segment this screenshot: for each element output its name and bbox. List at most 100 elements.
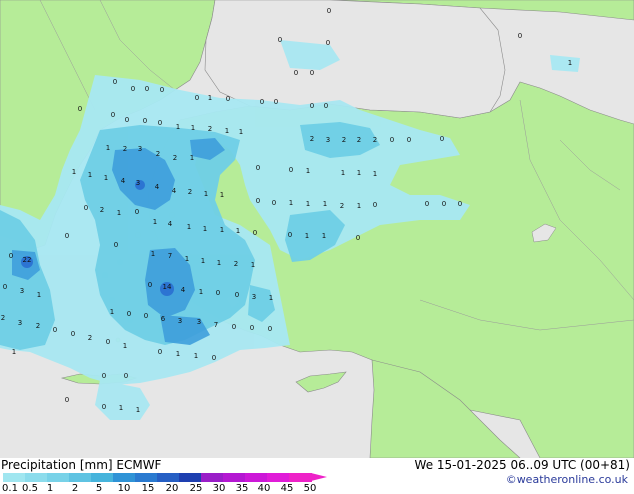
legend-swatch <box>157 473 180 482</box>
precip-value-label: 0 <box>442 200 446 208</box>
legend-swatch <box>69 473 92 482</box>
legend-tick-label: 2 <box>71 483 79 494</box>
precip-value-label: 3 <box>138 145 142 153</box>
precip-value-label: 0 <box>407 136 411 144</box>
precip-value-label: 2 <box>173 154 177 162</box>
precip-value-label: 1 <box>208 94 212 102</box>
legend-tick-label: 30 <box>212 483 226 494</box>
precip-value-label: 1 <box>236 227 240 235</box>
precip-value-label: 0 <box>373 201 377 209</box>
precip-value-label: 1 <box>289 199 293 207</box>
precip-value-label: 3 <box>252 293 256 301</box>
legend-swatch <box>113 473 136 482</box>
precip-value-label: 3 <box>326 136 330 144</box>
precip-value-label: 0 <box>310 69 314 77</box>
precip-value-label: 0 <box>518 32 522 40</box>
precip-value-label: 0 <box>148 281 152 289</box>
precip-value-label: 0 <box>127 310 131 318</box>
precip-value-label: 1 <box>341 169 345 177</box>
precip-value-label: 1 <box>194 352 198 360</box>
forecast-datetime: We 15-01-2025 06..09 UTC (00+81) <box>414 458 630 472</box>
legend-swatch <box>267 473 290 482</box>
precip-value-label: 1 <box>176 123 180 131</box>
copyright: ©weatheronline.co.uk <box>505 473 628 486</box>
precip-value-label: 0 <box>124 372 128 380</box>
precip-value-label: 1 <box>185 255 189 263</box>
precip-value-label: 0 <box>256 164 260 172</box>
precip-value-label: 0 <box>390 136 394 144</box>
legend-tick-label: 45 <box>280 483 294 494</box>
precip-value-label: 1 <box>203 225 207 233</box>
precip-value-label: 1 <box>37 291 41 299</box>
precip-value-label: 0 <box>131 85 135 93</box>
precip-value-label: 0 <box>289 166 293 174</box>
precip-value-label: 0 <box>278 36 282 44</box>
precip-value-label: 2 <box>123 145 127 153</box>
precip-value-label: 7 <box>168 252 172 260</box>
precip-value-label: 0 <box>145 85 149 93</box>
precip-value-label: 0 <box>84 204 88 212</box>
precip-value-label: 1 <box>225 127 229 135</box>
precip-value-label: 0 <box>272 199 276 207</box>
precip-value-label: 0 <box>71 330 75 338</box>
legend-tick-label: 0.1 <box>2 483 18 494</box>
precip-value-label: 2 <box>36 322 40 330</box>
precip-value-label: 2 <box>357 136 361 144</box>
precip-value-label: 0 <box>114 241 118 249</box>
precip-value-label: 1 <box>123 342 127 350</box>
precip-value-label: 14 <box>163 283 172 291</box>
legend-swatch <box>201 473 224 482</box>
precip-value-label: 6 <box>161 315 166 323</box>
legend-arrow <box>311 473 327 481</box>
precip-value-label: 0 <box>232 323 236 331</box>
legend-tick-label: 15 <box>141 483 155 494</box>
precip-value-label: 0 <box>260 98 264 106</box>
precip-value-label: 0 <box>102 403 106 411</box>
precip-value-label: 1 <box>239 128 243 136</box>
precip-value-label: 1 <box>305 232 309 240</box>
precip-value-label: 0 <box>310 102 314 110</box>
precip-value-label: 1 <box>110 308 114 316</box>
legend-tick-label: 1 <box>46 483 54 494</box>
precip-value-label: 4 <box>172 187 177 195</box>
precip-value-label: 0 <box>256 197 260 205</box>
precip-value-label: 0 <box>327 7 331 15</box>
precip-value-label: 0 <box>268 325 272 333</box>
precip-value-label: 1 <box>357 202 361 210</box>
precip-value-label: 0 <box>143 117 147 125</box>
precip-value-label: 1 <box>88 171 92 179</box>
precip-value-label: 2 <box>156 150 160 158</box>
precip-value-label: 0 <box>125 116 129 124</box>
precip-value-label: 1 <box>306 167 310 175</box>
legend-tick-label: 5 <box>95 483 103 494</box>
legend-tick-label: 20 <box>165 483 179 494</box>
precip-value-label: 2 <box>342 136 346 144</box>
precip-value-label: 2 <box>208 125 212 133</box>
precip-value-label: 0 <box>3 283 7 291</box>
precip-value-label: 2 <box>310 135 314 143</box>
legend-swatch <box>135 473 158 482</box>
precip-value-label: 1 <box>357 169 361 177</box>
precip-value-label: 2 <box>88 334 92 342</box>
precip-value-label: 0 <box>440 135 444 143</box>
precip-value-label: 1 <box>217 259 221 267</box>
precip-value-label: 2 <box>1 314 5 322</box>
legend-swatch <box>3 473 26 482</box>
map-title: Precipitation [mm] ECMWF <box>1 458 162 472</box>
precip-value-label: 1 <box>117 209 121 217</box>
precip-value-label: 7 <box>214 321 218 329</box>
precip-value-label: 3 <box>20 287 24 295</box>
precip-value-label: 1 <box>204 190 208 198</box>
precip-value-label: 1 <box>119 404 123 412</box>
legend-swatch <box>91 473 114 482</box>
precip-value-label: 0 <box>53 326 57 334</box>
legend-swatch <box>179 473 202 482</box>
precip-value-label: 0 <box>78 105 82 113</box>
precip-value-label: 1 <box>306 200 310 208</box>
precip-value-label: 1 <box>220 191 224 199</box>
precip-value-label: 1 <box>251 261 255 269</box>
precip-value-label: 1 <box>269 294 273 302</box>
legend-swatch <box>223 473 246 482</box>
precip-value-label: 3 <box>197 318 201 326</box>
precipitation-map: 0 0 0 0 1 0 0 0 0 0 0 0 1 0 0 0 0 0 0 0 0 0 0 1 1 2 1 1 2 3 2 2 2 0 0 0 1 2 3 2… <box>0 0 634 458</box>
